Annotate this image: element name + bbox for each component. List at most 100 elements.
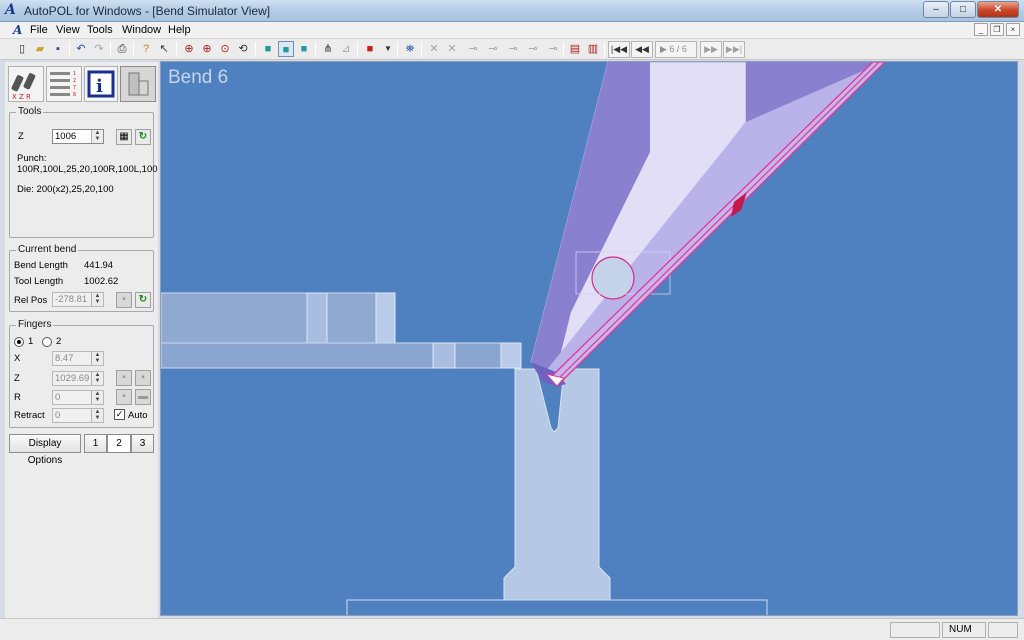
menu-window[interactable]: Window	[122, 24, 161, 36]
redo-icon[interactable]: ↷	[91, 41, 107, 57]
view-tab-3[interactable]: 3	[131, 434, 154, 453]
open-folder-icon[interactable]: ▰	[32, 41, 48, 57]
menu-file[interactable]: File	[30, 24, 48, 36]
svg-text:X Z R: X Z R	[12, 93, 31, 101]
menu-view[interactable]: View	[56, 24, 80, 36]
next-bend-button[interactable]: ▶▶	[700, 41, 722, 58]
menu-tools[interactable]: Tools	[87, 24, 113, 36]
info-icon[interactable]: i	[84, 66, 118, 102]
current-bend-group: Current bend Bend Length 441.94 Tool Len…	[9, 244, 154, 312]
close-button[interactable]: ✕	[977, 1, 1019, 18]
finger-z-label: Z	[14, 373, 20, 384]
view-tab-1[interactable]: 1	[84, 434, 107, 453]
rel-pos-input[interactable]: -278.81 ▲ ▼	[52, 292, 104, 307]
previous-bend-button[interactable]: ◀◀	[631, 41, 653, 58]
view-tab-2[interactable]: 2	[107, 434, 131, 453]
fingers-group-label: Fingers	[16, 319, 54, 330]
save-icon[interactable]: ▪	[50, 41, 66, 57]
finger-z-copy-icon[interactable]: ▪	[135, 370, 151, 386]
fingers-group: Fingers 1 2 X 8.47 ▲ ▼ Z 1029.69 ▲ ▼ ▪ ▪ R…	[9, 319, 154, 428]
last-bend-button[interactable]: ▶▶|	[723, 41, 745, 58]
first-bend-button[interactable]: |◀◀	[608, 41, 630, 58]
chevron-down-icon[interactable]: ▼	[380, 41, 396, 57]
zoom-in-icon[interactable]: ⊕	[199, 41, 215, 57]
undo-icon[interactable]: ↶	[73, 41, 89, 57]
toolbar-separator	[315, 42, 316, 57]
mdi-restore-button[interactable]: ❐	[990, 23, 1004, 36]
finger-5-icon[interactable]: ⊸	[545, 41, 561, 57]
new-file-icon[interactable]: ▯	[14, 41, 30, 57]
bend-sequence-icon[interactable]: ▤	[567, 41, 583, 57]
finger-2-icon[interactable]: ⊸	[485, 41, 501, 57]
simulate-icon[interactable]: ⛯	[402, 41, 418, 57]
finger-z-set-icon[interactable]: ▪	[116, 370, 132, 386]
maximize-button[interactable]: □	[950, 1, 976, 18]
finger-4-icon[interactable]: ⊸	[525, 41, 541, 57]
rotate-view-icon[interactable]: ⟲	[235, 41, 251, 57]
toolbar-separator	[604, 42, 605, 57]
menu-help[interactable]: Help	[168, 24, 191, 36]
finger-x-input[interactable]: 8.47 ▲ ▼	[52, 351, 104, 366]
title-bar: A AutoPOL for Windows - [Bend Simulator …	[0, 0, 1024, 22]
toolbar-separator	[110, 42, 111, 57]
view-iso-icon[interactable]: ■	[260, 41, 276, 57]
svg-text:1: 1	[73, 71, 76, 77]
solid-color-icon[interactable]: ■	[362, 41, 378, 57]
tool-swap-icon[interactable]: ✕	[444, 41, 460, 57]
toolbar-separator	[133, 42, 134, 57]
punch-value: 100R,100L,25,20,100R,100L,100	[17, 164, 158, 175]
help-icon[interactable]: ?	[138, 41, 154, 57]
finger-r-set-icon[interactable]: ▪	[116, 389, 132, 405]
bend-table-icon[interactable]: 1 2 7 8	[46, 66, 82, 102]
bend-position-indicator: ▶ 6 / 6	[655, 41, 697, 58]
finger-2-radio[interactable]	[42, 337, 52, 347]
finger-1-icon[interactable]: ⊸	[465, 41, 481, 57]
autopol-app-icon: A	[5, 2, 16, 18]
window-title: AutoPOL for Windows - [Bend Simulator Vi…	[24, 4, 271, 18]
mdi-minimize-button[interactable]: _	[974, 23, 988, 36]
spinner-arrows-icon[interactable]: ▲ ▼	[91, 352, 103, 365]
spinner-arrows-icon[interactable]: ▲ ▼	[91, 372, 103, 385]
tools-z-input[interactable]: 1006 ▲ ▼	[52, 129, 104, 144]
zoom-window-icon[interactable]: ⊕	[181, 41, 197, 57]
print-icon[interactable]: ⎙	[114, 41, 130, 57]
left-panel: X Z R 1 2 7 8 i Tools Z 1006 ▲ ▼ ▦ ↻ Pun…	[5, 62, 158, 618]
flange-icon[interactable]: ⊿	[338, 41, 354, 57]
context-help-icon[interactable]: ↖	[156, 41, 172, 57]
document-icon[interactable]: A	[13, 23, 22, 37]
spinner-arrows-icon[interactable]: ▲ ▼	[91, 293, 103, 306]
finger-r-copy-icon[interactable]: ▬	[135, 389, 151, 405]
svg-text:8: 8	[73, 92, 76, 98]
rel-pos-set-icon[interactable]: ▪	[116, 292, 132, 308]
mdi-controls: _ ❐ ×	[972, 23, 1020, 36]
bend-report-icon[interactable]: ▥	[585, 41, 601, 57]
auto-checkbox[interactable]: ✓	[114, 409, 125, 420]
refresh-icon[interactable]: ↻	[135, 129, 151, 145]
unfold-icon[interactable]: ⋔	[320, 41, 336, 57]
finger-z-input[interactable]: 1029.69 ▲ ▼	[52, 371, 104, 386]
finger-1-radio[interactable]	[14, 337, 24, 347]
view-front-icon[interactable]: ■	[278, 41, 294, 57]
view-side-icon[interactable]: ■	[296, 41, 312, 57]
finger-setup-icon[interactable]	[120, 66, 156, 102]
spinner-arrows-icon[interactable]: ▲ ▼	[91, 409, 103, 422]
tool-library-icon[interactable]: ▦	[116, 129, 132, 145]
tools-xzr-icon[interactable]: X Z R	[8, 66, 44, 102]
rel-pos-refresh-icon[interactable]: ↻	[135, 292, 151, 308]
die-tool	[346, 368, 768, 615]
spinner-arrows-icon[interactable]: ▲ ▼	[91, 130, 103, 143]
finger-2-label: 2	[56, 336, 62, 347]
finger-3-icon[interactable]: ⊸	[505, 41, 521, 57]
mdi-close-button[interactable]: ×	[1006, 23, 1020, 36]
finger-r-input[interactable]: 0 ▲ ▼	[52, 390, 104, 405]
spinner-arrows-icon[interactable]: ▲ ▼	[91, 391, 103, 404]
zoom-extents-icon[interactable]: ⊙	[217, 41, 233, 57]
display-options-button[interactable]: Display Options	[9, 434, 81, 466]
bend-simulator-viewport[interactable]: Bend 6	[160, 61, 1018, 616]
bend-scene	[161, 62, 886, 615]
tool-remove-icon[interactable]: ✕	[426, 41, 442, 57]
minimize-button[interactable]: –	[923, 1, 949, 18]
die-value: Die: 200(x2),25,20,100	[17, 184, 114, 195]
retract-input[interactable]: 0 ▲ ▼	[52, 408, 104, 423]
tools-group: Tools Z 1006 ▲ ▼ ▦ ↻ Punch: 100R,100L,25,…	[9, 106, 158, 238]
